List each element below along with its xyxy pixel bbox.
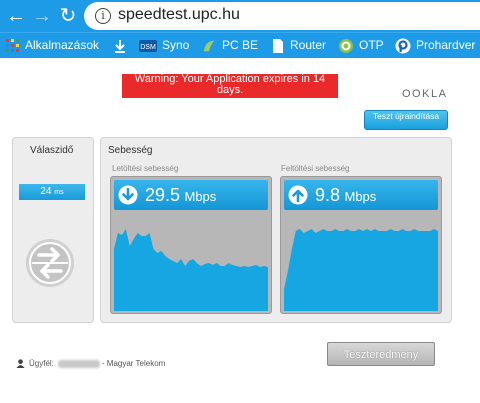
upload-speed-readout: 9.8 Mbps [315,180,376,210]
ping-unit: ms [54,189,64,196]
user-icon [16,359,25,369]
apps-grid-icon [6,38,19,52]
download-speed-unit: Mbps [184,189,217,204]
bookmark-label: Alkalmazások [25,38,100,52]
upload-speed-header: 9.8 Mbps [284,180,438,210]
bookmark-syno[interactable]: DSM Syno [139,36,189,54]
otp-icon [339,38,353,53]
info-icon[interactable]: i [95,8,111,24]
bookmark-label: Router [290,38,327,52]
bookmark-otp[interactable]: OTP [338,36,384,54]
bookmark-label: Syno [162,38,190,52]
restart-test-button[interactable]: Teszt újraindítása [364,110,448,130]
download-graph-area [114,229,268,311]
response-time-panel [12,137,94,323]
svg-text:DSM: DSM [140,44,156,51]
ping-value: 24 [40,186,52,197]
speed-title: Sebesség [108,145,153,156]
bookmark-download[interactable] [113,36,132,54]
download-arrow-icon [118,185,138,205]
upload-speed-graph [284,229,438,311]
download-speed-readout: 29.5 Mbps [145,180,216,210]
dsm-icon: DSM [139,39,157,52]
client-name-redacted [57,359,100,368]
bookmark-prohardver[interactable]: Prohardver [395,36,475,54]
download-label: Letöltési sebesség [112,164,179,173]
download-speed-value: 29.5 [145,185,181,205]
upload-speed-value: 9.8 [315,185,341,205]
bookmark-apps[interactable]: Alkalmazások [6,36,99,54]
upload-speed-unit: Mbps [344,189,377,204]
response-time-title: Válaszidő [30,145,74,156]
download-icon [115,39,125,53]
back-arrow-icon[interactable]: ← [4,4,28,28]
bookmark-label: PC BE [222,38,259,52]
compare-arrows-icon [26,239,74,287]
client-info: Ügyfél: - Magyar Telekom [16,359,166,369]
download-speed-header: 29.5 Mbps [114,180,268,210]
forward-arrow-icon[interactable]: → [30,4,54,28]
upload-label: Feltöltési sebesség [281,164,350,173]
upload-arrow-icon [288,185,308,205]
download-speed-graph [114,229,268,311]
bookmark-router[interactable]: Router [271,36,326,54]
client-prefix: Ügyfél: [29,359,54,368]
pcbe-icon [203,40,215,52]
test-result-button[interactable]: Teszteredmény [327,342,435,366]
bookmark-label: Prohardver [416,38,476,52]
prohardver-icon [395,38,411,54]
expiry-warning-banner: Warning: Your Application expires in 14 … [122,74,338,98]
reload-icon[interactable]: ↻ [56,4,80,28]
page-icon [273,38,283,53]
ping-value-box: 24 ms [19,184,85,200]
url-text[interactable]: speedtest.upc.hu [118,6,240,24]
ookla-logo: OOKLA [402,88,448,100]
bookmark-pcbe[interactable]: PC BE [201,36,258,54]
upload-graph-area [284,229,438,311]
bookmark-label: OTP [359,38,384,52]
client-isp: - Magyar Telekom [101,359,166,368]
